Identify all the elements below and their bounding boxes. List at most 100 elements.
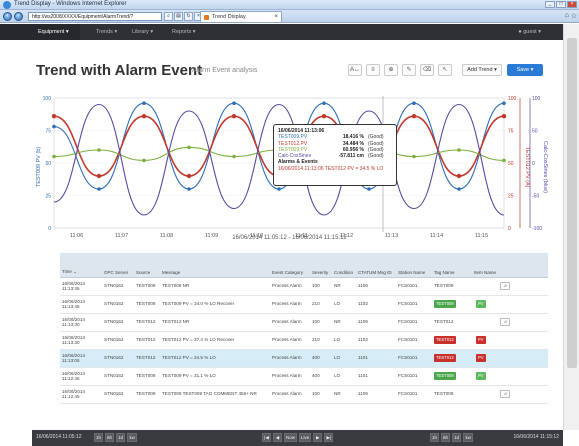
back-icon[interactable]: ‹ — [3, 12, 12, 21]
table-row[interactable]: 16/06/2014 11:13:06 STN0162 TEST012 TEST012… — [60, 349, 548, 368]
timeline-button[interactable]: ▶| — [324, 433, 334, 442]
timeline-button[interactable]: 1d — [116, 433, 126, 442]
zoom-icon[interactable]: ⊕ — [384, 64, 398, 76]
page-title: Trend with Alarm Event — [36, 62, 203, 79]
timeline-button[interactable]: 5h — [441, 433, 451, 442]
cell-condition: NR — [332, 277, 356, 296]
list-icon[interactable]: ≡ — [366, 64, 380, 76]
tooltip-value: -57.811 cm — [338, 153, 364, 160]
timeline-button[interactable]: 1w — [463, 433, 473, 442]
cell-event-category: Process Alarm — [270, 277, 310, 296]
item-badge[interactable]: PV — [476, 300, 486, 308]
cell-event-category: Process Alarm — [270, 331, 310, 350]
nav-item-reports[interactable]: Reports ▾ — [172, 29, 196, 35]
page-scrollbar[interactable] — [563, 24, 579, 430]
nav-item-equipment[interactable]: Equipment ▾ — [38, 29, 69, 35]
show-trend-icon[interactable]: ⩘ — [500, 390, 510, 398]
table-row[interactable]: 16/06/2014 11:13:45 STN0162 TEST009 TEST009… — [60, 295, 548, 314]
user-icon: ● — [518, 29, 522, 35]
cell-event-category: Process Alarm — [270, 295, 310, 314]
forward-icon[interactable]: › — [14, 12, 23, 21]
address-bar[interactable]: http://ws2008/XXXX/Equipment/AlarmTrend/… — [28, 12, 162, 21]
range-buttons-left: 1h 5h 1d 1w — [94, 433, 137, 442]
data-point — [277, 187, 281, 191]
scrollbar-thumb[interactable] — [567, 38, 577, 368]
timeline-button[interactable]: 5h — [105, 433, 115, 442]
timeline-button[interactable]: Now — [284, 433, 298, 442]
col-event-category[interactable]: Event Category — [270, 253, 310, 278]
data-point — [231, 114, 237, 119]
pen-icon[interactable]: ✎ — [402, 64, 416, 76]
y-axis-label-right2: Calc-CosSines (blue) — [542, 141, 548, 193]
col-message[interactable]: Message — [160, 253, 270, 278]
data-point — [51, 114, 57, 119]
data-point — [97, 148, 101, 152]
table-row[interactable]: 16/06/2014 11:13:45 STN0162 TEST009 TEST009… — [60, 277, 548, 296]
cell-actions: ⩘ — [498, 313, 548, 332]
col-label: Time — [62, 268, 72, 274]
autoscale-icon[interactable]: A↔ — [348, 64, 362, 76]
timeline-button[interactable]: 1d — [452, 433, 462, 442]
timeline-button[interactable]: ▶ — [313, 433, 323, 442]
cell-source: TEST009 — [134, 385, 160, 404]
compat-icon[interactable]: ▤ — [174, 12, 183, 21]
eraser-icon[interactable]: ⌫ — [420, 64, 434, 76]
cell-station: FCS0101 — [396, 331, 432, 350]
table-row[interactable]: 16/06/2014 11:12:45 STN0162 TEST009 TEST009… — [60, 385, 548, 404]
timeline-button[interactable]: |◀ — [262, 433, 271, 442]
col-station[interactable]: Station Name — [396, 253, 432, 278]
col-tag[interactable]: Tag Name — [432, 253, 472, 278]
data-point — [411, 114, 417, 119]
timeline-button[interactable]: ◀ — [273, 433, 282, 442]
timeline-button[interactable]: 1h — [430, 433, 440, 442]
tag-badge[interactable]: TEST009 — [434, 372, 456, 380]
table-row[interactable]: 16/06/2014 11:13:30 STN0162 TEST012 TEST012… — [60, 331, 548, 350]
refresh-icon[interactable]: ↻ — [184, 12, 193, 21]
col-source[interactable]: Source — [134, 253, 160, 278]
data-point — [502, 101, 506, 105]
timeline-button[interactable]: 1w — [127, 433, 137, 442]
table-row[interactable]: 16/06/2014 11:12:46 STN0162 TEST009 TEST009… — [60, 367, 548, 386]
col-condition[interactable]: Condition — [332, 253, 356, 278]
add-trend-button[interactable]: Add Trend ▾ — [462, 64, 502, 76]
close-tab-icon[interactable]: × — [274, 12, 278, 22]
cursor-icon[interactable]: ↖ — [438, 64, 452, 76]
favorites-star-icon[interactable]: ☆ — [571, 12, 577, 20]
y-tick-label-right: 100 — [508, 96, 517, 102]
home-icon[interactable]: ⌂ — [565, 12, 569, 19]
tag-badge[interactable]: TEST012 — [434, 354, 456, 362]
range-buttons-right: 1h 5h 1d 1w — [430, 433, 473, 442]
tag-badge[interactable]: TEST009 — [434, 300, 456, 308]
tab-label: Trend Display — [212, 14, 246, 20]
col-opc-server[interactable]: OPC Server — [102, 253, 134, 278]
close-window-icon[interactable]: × — [567, 1, 577, 8]
item-badge[interactable]: PV — [476, 372, 486, 380]
cell-message: TEST009 PV = 34.0 % LO Recover — [160, 295, 270, 314]
cell-time: 16/06/2014 11:13:30 — [60, 313, 102, 332]
user-menu[interactable]: ● guest ▾ — [518, 29, 541, 35]
col-item[interactable]: Item Name — [472, 253, 498, 278]
item-badge[interactable]: PV — [476, 336, 486, 344]
show-trend-icon[interactable]: ⩘ — [500, 318, 510, 326]
nav-item-library[interactable]: Library ▾ — [132, 29, 153, 35]
show-trend-icon[interactable]: ⩘ — [500, 282, 510, 290]
minimize-icon[interactable]: _ — [545, 1, 555, 8]
cell-actions — [498, 367, 548, 386]
table-header-row: Time ⌄ OPC Server Source Message Event C… — [60, 253, 548, 278]
item-badge[interactable]: PV — [476, 354, 486, 362]
y-tick-label-right: 50 — [508, 161, 514, 167]
cell-opc-server: STN0162 — [102, 385, 134, 404]
col-msg-id[interactable]: CTATUM Msg ID — [356, 253, 396, 278]
timeline-button[interactable]: 1h — [94, 433, 104, 442]
col-severity[interactable]: Severity — [310, 253, 332, 278]
search-icon[interactable]: ⌕ — [164, 12, 173, 21]
timeline-button[interactable]: Live — [299, 433, 312, 442]
maximize-icon[interactable]: □ — [556, 1, 566, 8]
tag-badge[interactable]: TEST012 — [434, 336, 456, 344]
nav-item-trends[interactable]: Trends ▾ — [96, 29, 117, 35]
table-row[interactable]: 16/06/2014 11:13:30 STN0162 TEST012 TEST012… — [60, 313, 548, 332]
browser-tab[interactable]: Trend Display × — [200, 11, 282, 22]
col-time[interactable]: Time ⌄ — [60, 253, 102, 278]
cell-station: FCS0101 — [396, 313, 432, 332]
save-button[interactable]: Save ▾ — [507, 64, 543, 76]
